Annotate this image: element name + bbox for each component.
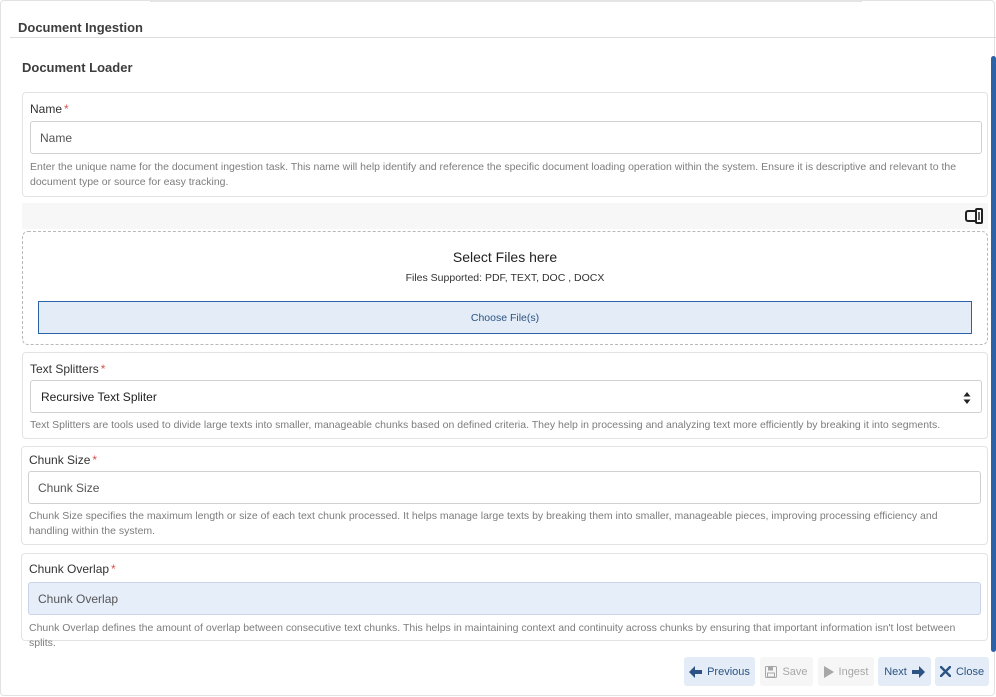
file-dropzone[interactable]: Select Files here Files Supported: PDF, … (22, 231, 988, 345)
previous-label: Previous (707, 665, 750, 678)
name-help-text: Enter the unique name for the document i… (30, 161, 957, 188)
next-label: Next (884, 665, 907, 678)
name-label: Name * (30, 102, 69, 116)
dropzone-title: Select Files here (452, 249, 558, 265)
next-button[interactable]: Next (878, 657, 931, 686)
arrow-left-icon (689, 665, 703, 678)
play-icon (823, 665, 834, 678)
text-splitter-card: Text Splitters * Recursive Text Spliter T… (22, 352, 988, 439)
choose-files-button[interactable]: Choose File(s) (38, 301, 972, 334)
name-card: Name* Enter the unique name for the docu… (22, 92, 988, 197)
title-divider (10, 37, 996, 38)
top-divider (150, 0, 862, 2)
chunk-overlap-help-text: Chunk Overlap defines the amount of over… (29, 622, 956, 649)
save-label: Save (782, 665, 808, 678)
save-button[interactable]: Save (760, 657, 813, 686)
chunk-size-label: Chunk Size * (29, 453, 98, 467)
required-mark: * (92, 453, 98, 467)
select-arrows-icon (963, 392, 971, 404)
required-mark: * (64, 102, 69, 116)
close-icon (939, 666, 951, 677)
close-button[interactable]: Close (935, 657, 989, 686)
chunk-size-card: Chunk Size* Chunk Size specifies the max… (21, 446, 988, 545)
dialog-title: Document Ingestion (18, 20, 143, 35)
upload-toolbar (22, 203, 988, 229)
chunk-overlap-label: Chunk Overlap * (29, 562, 116, 576)
section-title: Document Loader (22, 60, 133, 75)
required-mark: * (111, 562, 116, 576)
ingest-label: Ingest (838, 665, 869, 678)
scrollbar[interactable] (991, 56, 996, 652)
previous-button[interactable]: Previous (684, 657, 755, 686)
arrow-right-icon (911, 665, 925, 678)
text-splitter-label: Text Splitters * (30, 362, 106, 376)
close-label: Close (955, 665, 985, 678)
ingest-button[interactable]: Ingest (818, 657, 874, 686)
floppy-disk-icon (765, 665, 778, 678)
required-mark: * (100, 362, 106, 376)
text-splitter-select[interactable]: Recursive Text Spliter (30, 380, 982, 413)
chunk-overlap-input[interactable] (28, 582, 981, 615)
text-splitter-help-text: Text Splitters are tools used to divide … (30, 419, 941, 431)
dock-panel-icon[interactable] (964, 207, 986, 225)
text-splitter-selected-value: Recursive Text Spliter (41, 389, 157, 404)
chunk-overlap-card: Chunk Overlap* Chunk Overlap defines the… (21, 553, 988, 649)
supported-files-text: Files Supported: PDF, TEXT, DOC , DOCX (405, 272, 605, 284)
name-input[interactable] (30, 121, 982, 154)
chunk-size-input[interactable] (28, 471, 981, 504)
chunk-size-help-text: Chunk Size specifies the maximum length … (29, 510, 938, 537)
